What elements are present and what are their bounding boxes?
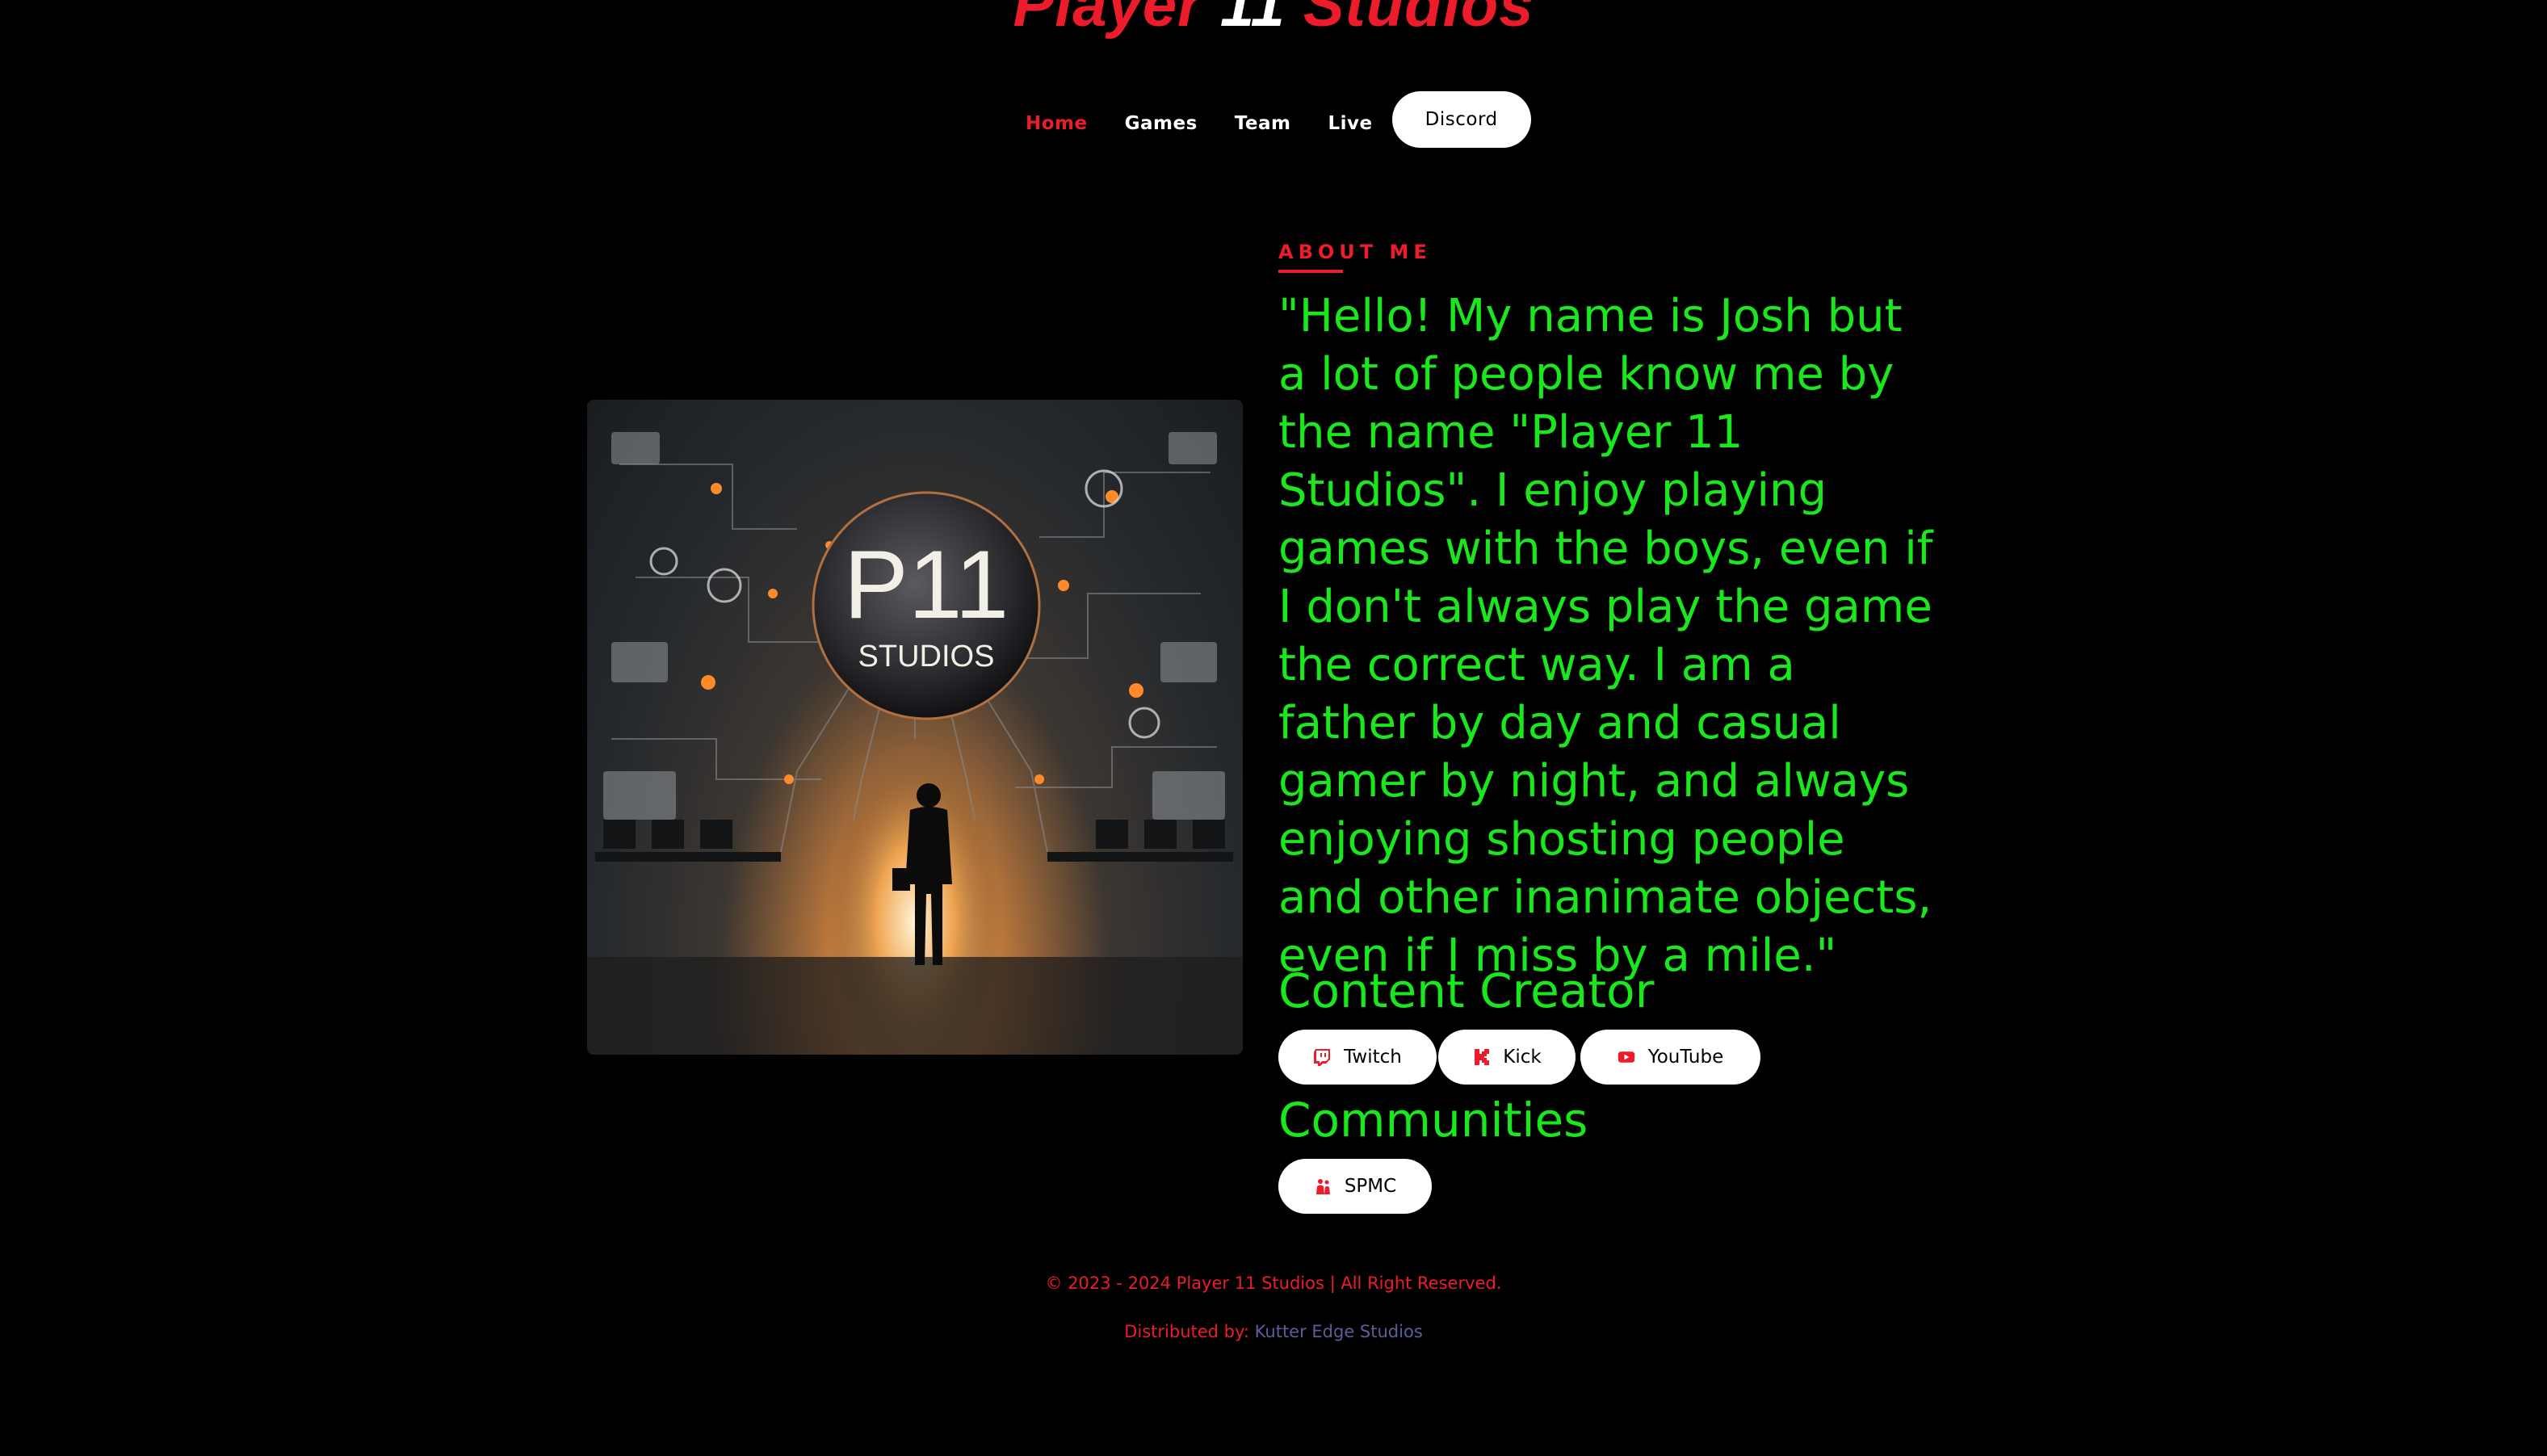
spmc-link-button[interactable]: SPMC bbox=[1278, 1159, 1432, 1214]
orb-logo-text: P11 bbox=[844, 531, 1009, 639]
kick-icon bbox=[1472, 1048, 1490, 1066]
distributed-label: Distributed by: bbox=[1124, 1322, 1249, 1341]
spmc-label: SPMC bbox=[1344, 1176, 1397, 1197]
youtube-icon bbox=[1618, 1048, 1635, 1066]
twitch-link-button[interactable]: Twitch bbox=[1278, 1030, 1437, 1085]
nav-team[interactable]: Team bbox=[1235, 113, 1291, 134]
orb-logo-sub: STUDIOS bbox=[858, 640, 995, 673]
about-me-label: ABOUT ME bbox=[1278, 241, 1432, 263]
group-icon bbox=[1314, 1177, 1332, 1195]
footer-distributed: Distributed by: Kutter Edge Studios bbox=[0, 1322, 2547, 1341]
brand-eleven: 11 bbox=[1219, 0, 1286, 40]
nav-live[interactable]: Live bbox=[1328, 113, 1373, 134]
twitch-icon bbox=[1313, 1048, 1331, 1066]
about-underline-divider bbox=[1278, 270, 1343, 273]
brand-player: Player bbox=[1013, 0, 1202, 40]
site-brand-title[interactable]: Player 11 Studios bbox=[0, 0, 2547, 42]
about-me-text: "Hello! My name is Josh but a lot of peo… bbox=[1278, 290, 1933, 982]
youtube-link-button[interactable]: YouTube bbox=[1580, 1030, 1760, 1085]
nav-home[interactable]: Home bbox=[1026, 113, 1088, 134]
p11-studios-artwork-icon: P11 STUDIOS bbox=[587, 432, 1243, 1055]
kick-link-button[interactable]: Kick bbox=[1438, 1030, 1576, 1085]
nav-games[interactable]: Games bbox=[1125, 113, 1198, 134]
twitch-label: Twitch bbox=[1344, 1047, 1402, 1068]
main-nav: Home Games Team Live Discord bbox=[1026, 91, 1531, 152]
kick-label: Kick bbox=[1503, 1047, 1542, 1068]
content-creator-heading: Content Creator bbox=[1278, 963, 1655, 1018]
brand-studios: Studios bbox=[1303, 0, 1534, 40]
footer-copyright: © 2023 - 2024 Player 11 Studios | All Ri… bbox=[1045, 1273, 1502, 1293]
p11-studios-hero-image: P11 STUDIOS bbox=[587, 400, 1243, 1055]
youtube-label: YouTube bbox=[1647, 1047, 1724, 1068]
distributor-link[interactable]: Kutter Edge Studios bbox=[1255, 1322, 1423, 1341]
communities-heading: Communities bbox=[1278, 1093, 1588, 1148]
discord-button[interactable]: Discord bbox=[1391, 91, 1531, 148]
